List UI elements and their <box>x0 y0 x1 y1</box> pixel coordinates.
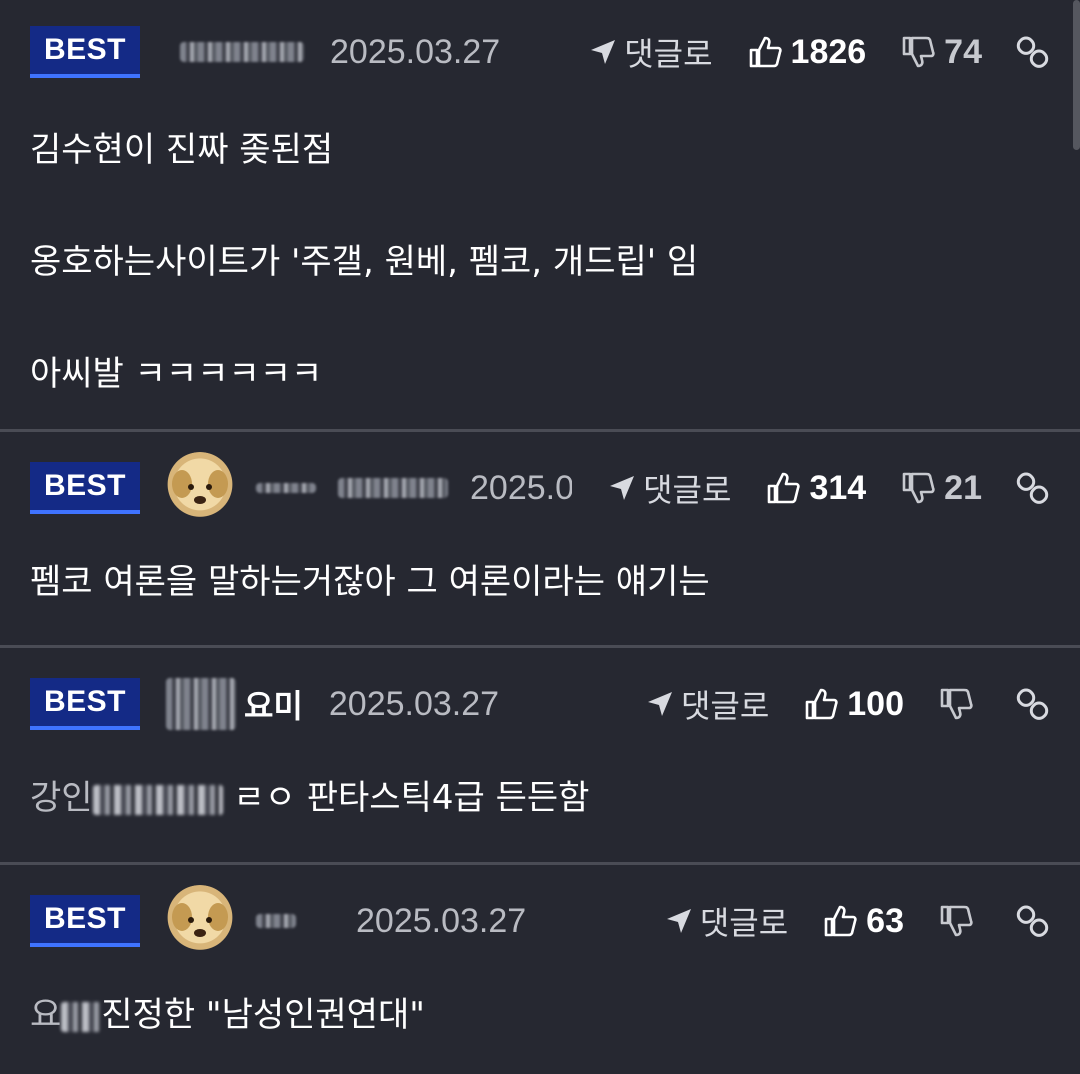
dislike-count: 74 <box>944 32 982 71</box>
like-count: 63 <box>866 901 904 940</box>
best-badge: BEST <box>30 678 140 730</box>
like-count: 1826 <box>790 32 867 71</box>
like-button[interactable]: 1826 <box>747 32 867 72</box>
blurred-nickname[interactable] <box>180 42 304 62</box>
like-count: 100 <box>847 684 904 723</box>
best-badge: BEST <box>30 462 140 514</box>
blurred-avatar[interactable] <box>166 678 236 730</box>
comment-3-body: 강인 ㄹㅇ 판타스틱4급 든든함 <box>30 770 1050 826</box>
mosaic-redaction <box>92 784 223 815</box>
best-badge: BEST <box>30 895 140 947</box>
like-count: 314 <box>809 468 867 507</box>
comment-line: 아씨발 ㅋㅋㅋㅋㅋㅋ <box>30 354 323 394</box>
reply-button[interactable]: 댓글로 <box>607 465 731 511</box>
nickname[interactable]: 요미 <box>244 681 303 727</box>
comment-line: 펨코 여론을 말하는거잖아 그 여론이라는 얘기는 <box>30 562 710 602</box>
comment-line: 옹호하는사이트가 '주갤, 원베, 펨코, 개드립' 임 <box>30 242 699 282</box>
reply-label: 댓글로 <box>699 904 789 942</box>
reply-label: 댓글로 <box>680 687 770 725</box>
arrow-reply-icon <box>591 40 616 64</box>
thumbs-down-icon <box>940 688 973 720</box>
comment-line: ㄹㅇ 판타스틱4급 든든함 <box>233 778 590 818</box>
blurred-nickname[interactable] <box>256 483 316 493</box>
reply-button[interactable]: 댓글로 <box>664 898 788 944</box>
link-icon[interactable] <box>1016 687 1050 721</box>
comment-line: 진정한 "남성인권연대" <box>101 995 425 1035</box>
comment-date: 2025.03.27 <box>356 901 527 940</box>
best-badge: BEST <box>30 26 140 78</box>
blurred-nickname[interactable] <box>256 914 296 928</box>
thumbs-up-icon <box>749 36 782 68</box>
dislike-button[interactable] <box>938 686 982 722</box>
thumbs-down-icon <box>940 905 973 937</box>
arrow-reply-icon <box>610 476 635 500</box>
link-icon[interactable] <box>1016 35 1050 69</box>
comment-date: 2025.03.27 <box>328 684 500 723</box>
comment-prefix: 요 <box>30 995 62 1035</box>
dislike-button[interactable]: 21 <box>900 469 982 508</box>
puppy-avatar[interactable] <box>164 885 236 957</box>
comment-prefix: 강인 <box>30 778 93 818</box>
link-icon[interactable] <box>1016 904 1050 938</box>
arrow-reply-icon <box>647 692 672 716</box>
comment-1-header: BEST 2025.03.27 댓글로 1826 74 <box>30 24 1050 80</box>
blurred-nickname[interactable] <box>338 478 448 498</box>
thumbs-up-icon <box>824 905 857 937</box>
comment-4-header: BEST 2025.03.27 댓글로 63 <box>30 885 1050 957</box>
thumbs-up-icon <box>768 472 801 504</box>
like-button[interactable]: 63 <box>822 902 904 941</box>
reply-label: 댓글로 <box>624 35 713 73</box>
dislike-count: 21 <box>944 468 982 507</box>
like-button[interactable]: 100 <box>803 685 904 724</box>
arrow-reply-icon <box>666 909 691 933</box>
comment-line: 김수현이 진짜 좆된점 <box>30 130 334 170</box>
comment-2-header: BEST 2025.0 댓글로 314 21 <box>30 452 1050 524</box>
reply-button[interactable]: 댓글로 <box>645 681 769 727</box>
comment-1-body: 김수현이 진짜 좆된점 옹호하는사이트가 '주갤, 원베, 펨코, 개드립' 임… <box>30 122 1050 402</box>
thumbs-down-icon <box>902 472 935 504</box>
comment-2: BEST 2025.0 댓글로 314 21 펨코 여론을 말하는거잖아 그 여… <box>0 432 1080 646</box>
reply-label: 댓글로 <box>643 471 732 509</box>
comment-3: BEST 요미 2025.03.27 댓글로 100 강인 ㄹㅇ 판타스틱4급 … <box>0 648 1080 862</box>
comment-1: BEST 2025.03.27 댓글로 1826 74 김수현이 진짜 좆된점 … <box>0 0 1080 430</box>
dislike-button[interactable] <box>938 903 982 939</box>
comment-2-body: 펨코 여론을 말하는거잖아 그 여론이라는 얘기는 <box>30 554 1050 610</box>
reply-button[interactable]: 댓글로 <box>588 29 713 75</box>
comment-4: BEST 2025.03.27 댓글로 63 요 진정한 "남성인권연대" <box>0 865 1080 1074</box>
mosaic-redaction <box>61 1001 102 1032</box>
comment-3-header: BEST 요미 2025.03.27 댓글로 100 <box>30 676 1050 732</box>
puppy-avatar[interactable] <box>164 452 236 524</box>
link-icon[interactable] <box>1016 471 1050 505</box>
comment-date: 2025.03.27 <box>330 32 501 71</box>
thumbs-down-icon <box>902 36 935 68</box>
thumbs-up-icon <box>805 688 838 720</box>
like-button[interactable]: 314 <box>765 469 866 508</box>
dislike-button[interactable]: 74 <box>900 33 982 72</box>
comment-4-body: 요 진정한 "남성인권연대" <box>30 987 1050 1043</box>
comment-date: 2025.0 <box>470 468 572 507</box>
